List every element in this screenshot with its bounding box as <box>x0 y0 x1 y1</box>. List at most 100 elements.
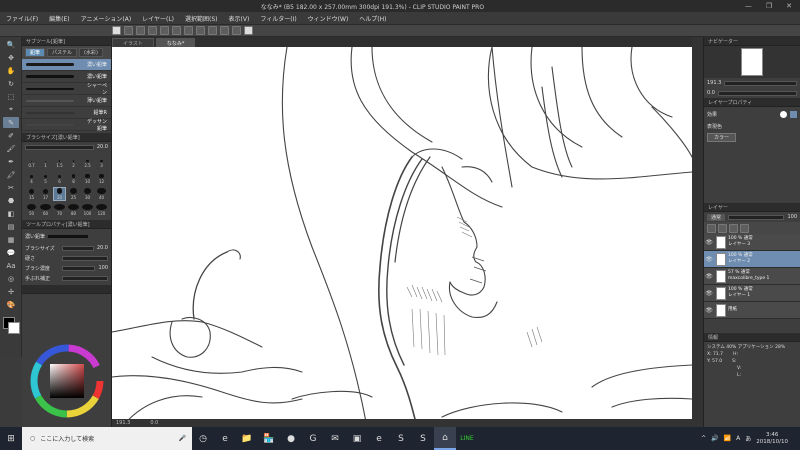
tab-nanami[interactable]: ななみ* <box>155 38 196 47</box>
brush-size-option[interactable]: 6 <box>53 171 66 185</box>
brush-size-option[interactable]: 25 <box>67 187 80 201</box>
brush-size-option[interactable]: 5 <box>39 171 52 185</box>
menu-window[interactable]: ウィンドウ(W) <box>308 14 349 23</box>
layer-row[interactable]: 👁 用紙 <box>704 302 800 319</box>
decoration-tool-icon[interactable]: 🖍 <box>3 169 19 180</box>
navigator-zoom-slider[interactable] <box>724 80 797 86</box>
fill-icon[interactable] <box>172 26 181 35</box>
open-file-icon[interactable] <box>124 26 133 35</box>
menu-animation[interactable]: アニメーション(A) <box>81 14 132 23</box>
layer-row[interactable]: 👁 100 % 通常 レイヤー 2 <box>704 251 800 268</box>
eye-icon[interactable]: 👁 <box>704 256 714 263</box>
fill-tool-icon[interactable]: ◧ <box>3 208 19 219</box>
subtool-tab-pencil[interactable]: 鉛筆 <box>25 48 46 57</box>
navigator-angle[interactable]: 0.0 <box>707 90 715 96</box>
figure-tool-icon[interactable]: ▦ <box>3 234 19 245</box>
sub-color-swatch[interactable] <box>8 322 20 334</box>
start-button[interactable]: ⊞ <box>0 427 22 450</box>
color-tool-icon[interactable]: 🎨 <box>3 299 19 310</box>
operation-tool-icon[interactable]: ◎ <box>3 273 19 284</box>
brush-size-option[interactable]: 17 <box>39 187 52 201</box>
edge-icon[interactable]: e <box>214 427 236 450</box>
snap-icon[interactable] <box>208 26 217 35</box>
brush-size-option[interactable]: 80 <box>67 203 80 217</box>
gradient-tool-icon[interactable]: ▤ <box>3 221 19 232</box>
brush-size-option[interactable]: 12 <box>95 171 108 185</box>
subtool-tab-watercolor[interactable]: (水彩) <box>79 48 103 57</box>
brush-size-option[interactable]: 40 <box>95 187 108 201</box>
brush-size-option[interactable]: 8 <box>67 171 80 185</box>
brush-item[interactable]: 薄い鉛筆 <box>22 95 111 107</box>
layer-row[interactable]: 👁 100 % 通常 レイヤー 3 <box>704 234 800 251</box>
brush-item[interactable]: 濃い鉛筆 <box>22 59 111 71</box>
navigator-preview[interactable] <box>741 48 763 76</box>
eye-icon[interactable]: 👁 <box>704 290 714 297</box>
app-icon[interactable]: ▣ <box>346 427 368 450</box>
brush-size-option[interactable]: 4 <box>25 171 38 185</box>
delete-layer-icon[interactable] <box>740 223 749 233</box>
clock[interactable]: 3:46 2018/10/10 <box>756 432 788 446</box>
brush-size-option[interactable]: 20 <box>53 187 66 201</box>
eye-icon[interactable]: 👁 <box>704 239 714 246</box>
angle-readout[interactable]: 0.0 <box>150 420 158 426</box>
brush-size-option[interactable]: 50 <box>25 203 38 217</box>
ime-hiragana-icon[interactable]: あ <box>745 434 751 443</box>
help-icon[interactable] <box>244 26 253 35</box>
move-tool-icon[interactable]: ✥ <box>3 52 19 63</box>
mic-icon[interactable]: 🎤 <box>179 435 186 442</box>
layer-opacity-slider[interactable] <box>728 214 785 220</box>
minimize-button[interactable]: — <box>745 2 752 10</box>
tray-chevron-icon[interactable]: ^ <box>701 435 706 442</box>
explorer-icon[interactable]: 📁 <box>236 427 258 450</box>
correct-line-tool-icon[interactable]: ✢ <box>3 286 19 297</box>
rotate-tool-icon[interactable]: ↻ <box>3 78 19 89</box>
eyedropper-tool-icon[interactable]: ⌖ <box>3 104 19 115</box>
airbrush-tool-icon[interactable]: ✒ <box>3 156 19 167</box>
google-icon[interactable]: G <box>302 427 324 450</box>
ime-mode-icon[interactable]: A <box>736 435 740 442</box>
brush-size-option[interactable]: 15 <box>25 187 38 201</box>
brush-size-option[interactable]: 1 <box>39 155 52 169</box>
brush-size-option[interactable]: 3 <box>95 155 108 169</box>
prop-hardness-slider[interactable] <box>62 255 108 261</box>
maximize-button[interactable]: ❐ <box>766 2 772 10</box>
taskbar-search[interactable]: ○ ここに入力して検索 🎤 <box>22 427 192 450</box>
navigator-angle-slider[interactable] <box>717 90 797 96</box>
brush-size-option[interactable]: 2.5 <box>81 155 94 169</box>
prop-size-slider[interactable] <box>62 245 94 251</box>
menu-help[interactable]: ヘルプ(H) <box>359 14 386 23</box>
brush-item[interactable]: デッサン鉛筆 <box>22 119 111 132</box>
network-icon[interactable]: 📶 <box>724 435 731 442</box>
prop-stabilization-slider[interactable] <box>62 275 108 281</box>
canvas-scrollbar[interactable] <box>692 37 703 427</box>
skype-icon[interactable]: S <box>390 427 412 450</box>
effect-square-icon[interactable] <box>790 110 797 118</box>
redo-icon[interactable] <box>160 26 169 35</box>
save-icon[interactable] <box>136 26 145 35</box>
transform-icon[interactable] <box>196 26 205 35</box>
menu-file[interactable]: ファイル(F) <box>6 14 38 23</box>
brush-size-slider[interactable] <box>25 144 94 150</box>
mail-icon[interactable]: ✉ <box>324 427 346 450</box>
line-icon[interactable]: LINE <box>456 427 478 450</box>
menu-layer[interactable]: レイヤー(L) <box>142 14 174 23</box>
skype-business-icon[interactable]: S <box>412 427 434 450</box>
expression-color-select[interactable]: カラー <box>707 132 737 142</box>
menu-edit[interactable]: 編集(E) <box>49 14 69 23</box>
volume-icon[interactable]: 🔊 <box>711 435 718 442</box>
close-button[interactable]: ✕ <box>786 2 792 10</box>
brush-tool-icon[interactable]: 🖌 <box>3 143 19 154</box>
folder-icon[interactable] <box>729 223 738 233</box>
task-view-icon[interactable]: ◷ <box>192 427 214 450</box>
text-tool-icon[interactable]: Aa <box>3 260 19 271</box>
blend-tool-icon[interactable]: ⬣ <box>3 195 19 206</box>
layer-row[interactable]: 👁 57 % 通常 maxcolibre_type 1 <box>704 268 800 285</box>
clear-icon[interactable] <box>184 26 193 35</box>
brush-size-option[interactable]: 70 <box>53 203 66 217</box>
new-layer-icon[interactable] <box>707 223 716 233</box>
ie-icon[interactable]: e <box>368 427 390 450</box>
eraser-tool-icon[interactable]: ✂ <box>3 182 19 193</box>
zoom-tool-icon[interactable]: 🔍 <box>3 39 19 50</box>
prop-density-slider[interactable] <box>62 265 96 271</box>
tab-illust[interactable]: イラスト <box>112 38 154 47</box>
